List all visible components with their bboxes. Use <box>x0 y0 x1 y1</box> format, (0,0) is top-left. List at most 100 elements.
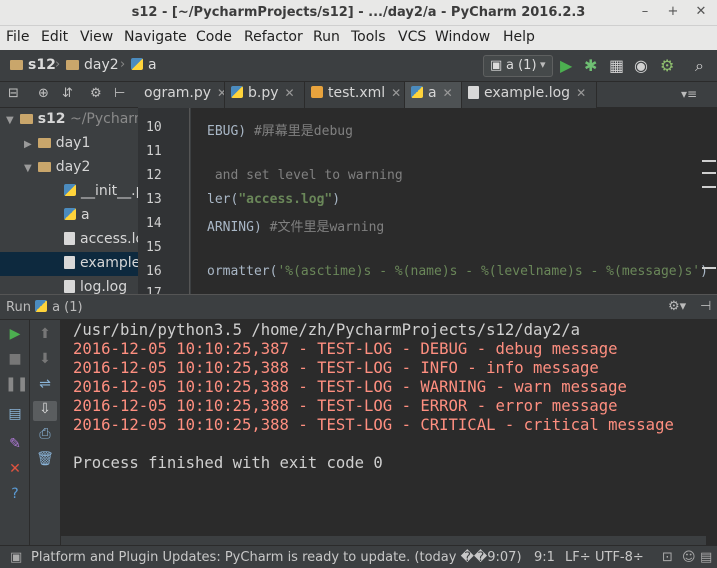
soft-wrap-icon[interactable]: ⇌ <box>35 376 55 392</box>
tool-windows-icon[interactable]: ▣ <box>10 550 22 565</box>
file-encoding[interactable]: UTF-8÷ <box>595 550 644 565</box>
breadcrumb-project-label: s12 <box>28 57 56 73</box>
trash-icon[interactable]: 🗑 <box>35 451 55 467</box>
tree-item-label: example <box>80 255 138 271</box>
hide-panel-icon[interactable]: ⊢ <box>114 86 125 101</box>
line-number: 15 <box>146 240 162 255</box>
tab-overflow-icon[interactable]: ▾≡ <box>681 87 697 101</box>
run-config-select[interactable]: ▣ a (1) ▾ <box>483 55 553 77</box>
tab-label: ogram.py <box>144 85 212 101</box>
scroll-to-end-icon[interactable]: ⇩ <box>33 401 57 421</box>
layout-icon[interactable]: ▤ <box>5 406 25 422</box>
folder-icon <box>19 114 33 124</box>
console-line: 2016-12-05 10:10:25,388 - TEST-LOG - INF… <box>73 359 599 377</box>
rerun-icon[interactable]: ▶ <box>5 326 25 342</box>
menu-window[interactable]: Window <box>435 29 490 45</box>
breadcrumb-folder[interactable]: day2 <box>66 57 119 73</box>
code-comment: #文件里是warning <box>269 220 385 235</box>
xml-file-icon <box>311 86 323 98</box>
cursor-position[interactable]: 9:1 <box>534 550 555 565</box>
tab-test-xml[interactable]: test.xml ✕ <box>305 82 405 108</box>
settings-run-icon[interactable]: ⚙ <box>660 56 674 75</box>
stop-icon[interactable]: ■ <box>5 351 25 367</box>
close-tab-icon[interactable]: ✕ <box>576 86 586 100</box>
menu-refactor[interactable]: Refactor <box>244 29 303 45</box>
menu-run[interactable]: Run <box>313 29 340 45</box>
code-text: ARNING) <box>207 220 270 235</box>
chevron-down-icon: ▼ <box>24 163 32 174</box>
breadcrumb-project[interactable]: s12 <box>10 57 56 73</box>
gear-icon[interactable]: ⚙▾ <box>668 299 686 314</box>
tree-item-a[interactable]: a <box>64 204 90 228</box>
tab-example-log[interactable]: example.log ✕ <box>462 82 597 108</box>
breadcrumb-folder-label: day2 <box>84 57 119 73</box>
maximize-icon[interactable]: + <box>665 4 681 19</box>
hide-panel-icon[interactable]: ⊣ <box>700 299 711 314</box>
code-comment: #屏幕里是debug <box>253 124 353 139</box>
run-console[interactable]: /usr/bin/python3.5 /home/zh/PycharmProje… <box>61 320 717 545</box>
arrow-up-icon[interactable]: ⬆ <box>35 326 55 342</box>
close-icon[interactable]: ✕ <box>693 4 709 19</box>
tree-item-label: access.lo <box>80 231 138 247</box>
inspector-icon[interactable]: ☺ <box>682 550 696 565</box>
lock-icon[interactable]: ⊡ <box>662 550 673 565</box>
close-tab-icon[interactable]: ✕ <box>391 86 401 100</box>
folder-icon <box>37 138 51 148</box>
pycharm-window: s12 - [~/PycharmProjects/s12] - .../day2… <box>0 0 717 568</box>
tree-item-example-log[interactable]: example <box>0 252 138 276</box>
collapse-icon[interactable]: ⇵ <box>62 86 73 101</box>
event-log-icon[interactable]: ▤ <box>700 550 712 565</box>
menu-file[interactable]: File <box>6 29 29 45</box>
log-file-icon <box>468 86 479 99</box>
line-number: 14 <box>146 216 162 231</box>
project-view-icon[interactable]: ⊟ <box>8 86 19 101</box>
close-tab-icon[interactable]: ✕ <box>443 86 453 100</box>
gear-icon[interactable]: ⚙ <box>90 86 102 101</box>
breadcrumb-file-label: a <box>148 57 157 73</box>
code-editor[interactable]: EBUG) #屏幕里是debug and set level to warnin… <box>191 108 717 294</box>
folder-icon <box>66 60 79 70</box>
help-icon[interactable]: ? <box>5 486 25 502</box>
menu-navigate[interactable]: Navigate <box>124 29 187 45</box>
menu-tools[interactable]: Tools <box>351 29 386 45</box>
minimize-icon[interactable]: – <box>637 4 653 19</box>
close-icon[interactable]: ✕ <box>5 461 25 477</box>
menu-view[interactable]: View <box>80 29 113 45</box>
code-text: EBUG) <box>207 124 254 139</box>
close-tab-icon[interactable]: ✕ <box>217 86 224 100</box>
tree-item-day1[interactable]: ▶ day1 <box>24 132 90 156</box>
debug-icon[interactable]: ✱ <box>584 56 597 75</box>
breadcrumb-file[interactable]: a <box>131 57 157 73</box>
pin-icon[interactable]: ✎ <box>5 436 25 452</box>
tab-program-py[interactable]: ogram.py ✕ <box>138 82 225 108</box>
tab-b-py[interactable]: b.py ✕ <box>225 82 305 108</box>
print-icon[interactable]: ⎙ <box>35 426 55 442</box>
tab-a[interactable]: a ✕ <box>405 82 462 108</box>
scroll-from-source-icon[interactable]: ⊕ <box>38 86 49 101</box>
tree-item-root[interactable]: ▼ s12 ~/Pycharm <box>6 108 138 132</box>
tree-item-init[interactable]: __init__.p <box>64 180 138 204</box>
profile-icon[interactable]: ◉ <box>634 56 648 75</box>
tree-item-access-log[interactable]: access.lo <box>64 228 138 252</box>
menu-help[interactable]: Help <box>503 29 535 45</box>
search-icon[interactable]: ⌕ <box>695 56 704 76</box>
menu-code[interactable]: Code <box>196 29 232 45</box>
menu-vcs[interactable]: VCS <box>398 29 426 45</box>
line-separator[interactable]: LF÷ <box>565 550 591 565</box>
run-icon[interactable]: ▶ <box>560 56 572 75</box>
python-file-icon <box>64 184 76 196</box>
coverage-icon[interactable]: ▦ <box>609 56 624 75</box>
status-message[interactable]: Platform and Plugin Updates: PyCharm is … <box>31 550 522 565</box>
console-horizontal-scrollbar[interactable] <box>61 536 706 545</box>
arrow-down-icon[interactable]: ⬇ <box>35 351 55 367</box>
console-line: /usr/bin/python3.5 /home/zh/PycharmProje… <box>73 321 580 339</box>
chevron-down-icon: ▾ <box>540 58 546 71</box>
tree-item-day2[interactable]: ▼ day2 <box>24 156 90 180</box>
close-tab-icon[interactable]: ✕ <box>285 86 295 100</box>
line-number: 11 <box>146 144 162 159</box>
python-file-icon <box>411 86 423 98</box>
tree-item-log-log[interactable]: log.log <box>64 276 127 294</box>
pause-icon[interactable]: ❚❚ <box>5 376 28 392</box>
menu-edit[interactable]: Edit <box>41 29 68 45</box>
run-toolbar-left: ▶ ■ ❚❚ ▤ ✎ ✕ ? <box>0 320 30 545</box>
